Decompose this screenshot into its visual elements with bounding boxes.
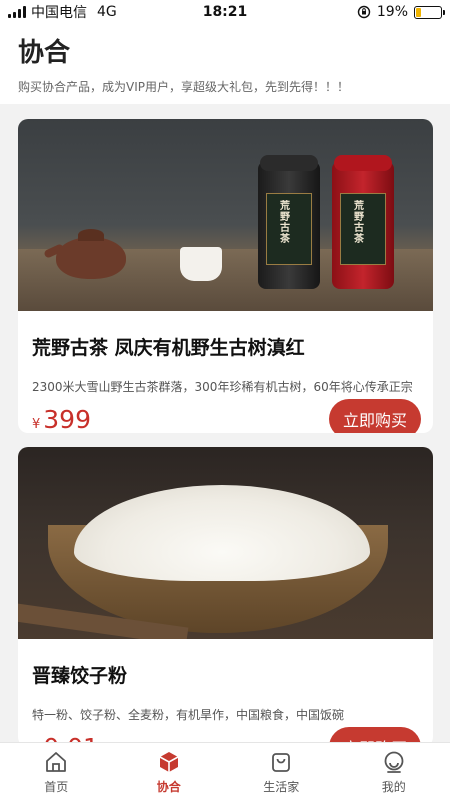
tab-label: 首页 (44, 779, 69, 794)
bottom-tab-bar: 首页 协合 生活家 我的 (0, 742, 450, 800)
product-card[interactable]: 晋臻饺子粉 特一粉、饺子粉、全麦粉，有机旱作，中国粮食，中国饭碗 ¥ 0.01 … (18, 447, 433, 747)
promo-subtitle: 购买协合产品，成为VIP用户，享超级大礼包，先到先得！！！ (18, 80, 349, 94)
carrier-name: 中国电信 (31, 5, 87, 21)
tab-home[interactable]: 首页 (0, 743, 113, 800)
cube-icon (159, 751, 179, 772)
profile-icon (384, 751, 404, 773)
tea-can-label: 荒野古茶 (354, 201, 364, 245)
price-value: 399 (43, 404, 91, 434)
tab-lifestyle[interactable]: 生活家 (225, 743, 338, 800)
product-image-flour[interactable] (18, 447, 433, 639)
page-header: 协合 购买协合产品，成为VIP用户，享超级大礼包，先到先得！！！ (0, 24, 450, 104)
tea-can-red: 荒野古茶 (332, 155, 394, 289)
tab-label: 生活家 (263, 779, 300, 794)
battery-percent: 19% (376, 4, 408, 20)
tab-mine[interactable]: 我的 (338, 743, 450, 800)
tea-can-black: 荒野古茶 (258, 155, 320, 289)
product-image-tea[interactable]: 荒野古茶 荒野古茶 (18, 119, 433, 311)
product-card[interactable]: 荒野古茶 荒野古茶 荒野古茶 凤庆有机野生古树滇红 2300米大雪山野生古茶群落… (18, 119, 433, 433)
product-name[interactable]: 晋臻饺子粉 (32, 661, 433, 688)
bag-icon (272, 752, 291, 772)
tab-label: 协合 (156, 779, 181, 794)
product-description: 特一粉、饺子粉、全麦粉，有机旱作，中国粮食，中国饭碗 (32, 708, 345, 722)
tab-label: 我的 (381, 779, 406, 794)
orientation-lock-icon (357, 5, 371, 19)
status-bar: 中国电信 4G 18:21 19% (0, 0, 450, 24)
product-description: 2300米大雪山野生古茶群落，300年珍稀有机古树，60年将心传承正宗 (32, 380, 413, 394)
page-title: 协合 (18, 38, 71, 68)
tea-can-label: 荒野古茶 (280, 201, 290, 245)
signal-icon (8, 6, 26, 18)
product-price: ¥ 399 (32, 405, 91, 434)
buy-now-button[interactable]: 立即购买 (328, 399, 421, 433)
tab-xiehe[interactable]: 协合 (113, 743, 226, 800)
product-name[interactable]: 荒野古茶 凤庆有机野生古树滇红 (32, 333, 433, 360)
battery-icon (414, 5, 445, 19)
home-icon (46, 751, 67, 772)
currency-symbol: ¥ (32, 416, 41, 432)
network-type: 4G (97, 4, 117, 20)
